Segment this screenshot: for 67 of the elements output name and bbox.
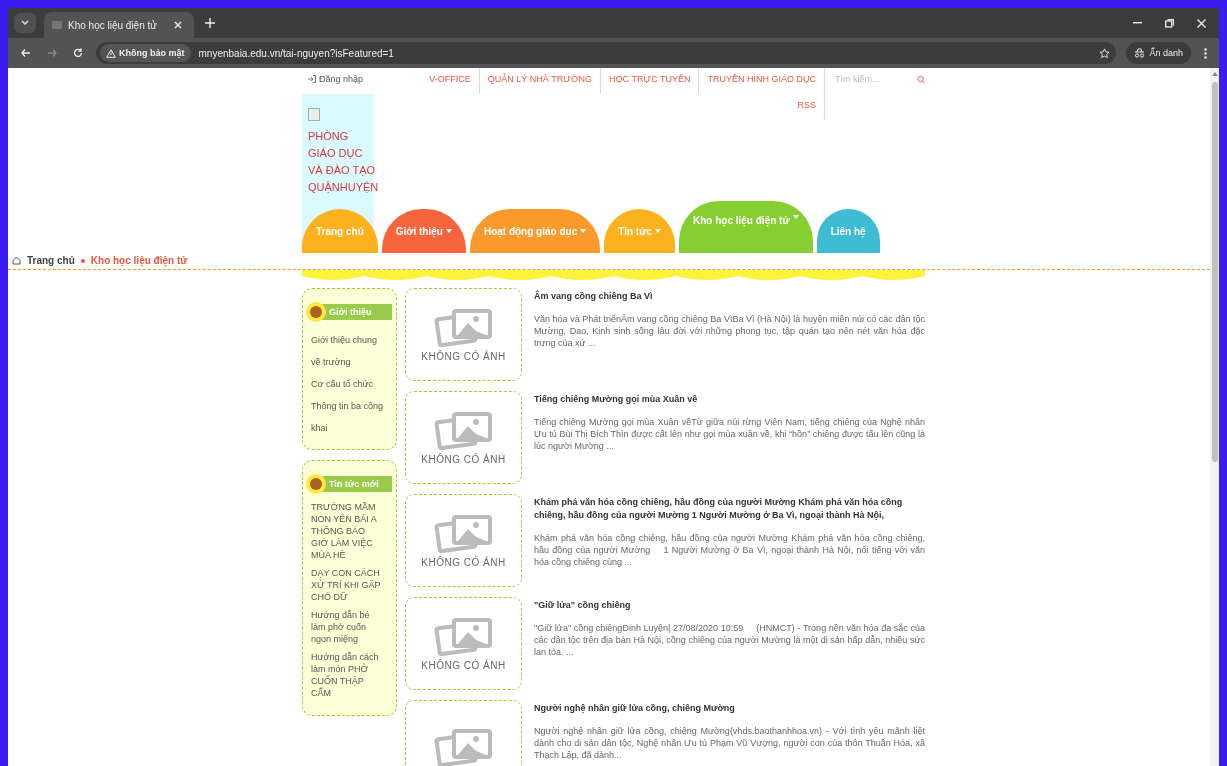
warning-icon — [106, 48, 116, 58]
caret-icon — [580, 229, 587, 233]
scroll-thumb[interactable] — [1211, 82, 1218, 462]
logo-text: VÀ ĐÀO TẠO — [308, 164, 374, 176]
incognito-button[interactable]: Ẩn danh — [1126, 42, 1191, 64]
article-summary: Văn hóa và Phát triểnÂm vang cồng chiêng Ba VìBa Vì (Hà Nội) là huyện miền núi có các dân tộc Mường, Dao, Kinh sinh sống lâu đời với những phong tục, tập quán tạo nên nét văn hóa đặc trưng của xứ ... — [534, 313, 925, 349]
image-icon — [433, 513, 494, 553]
sidebar-link[interactable]: Cơ cấu tổ chức — [305, 373, 392, 395]
login-icon — [308, 75, 316, 83]
broken-image-icon — [308, 108, 320, 121]
flower-icon — [305, 473, 327, 495]
address-bar[interactable]: Không bảo mật mnyenbaia.edu.vn/tai-nguyen?isFeatured=1 — [96, 42, 1117, 64]
chevron-down-icon — [21, 19, 29, 27]
article-title[interactable]: Tiếng chiêng Mường gọi mùa Xuân về — [534, 393, 925, 406]
image-icon — [433, 616, 494, 656]
search-field[interactable]: Tìm kiếm... — [825, 68, 925, 85]
article-title[interactable]: "Giữ lửa" cồng chiêng — [534, 599, 925, 612]
menu-icon[interactable] — [1201, 45, 1209, 61]
no-image-label: KHÔNG CÓ ẢNH — [421, 557, 506, 568]
caret-icon — [792, 215, 799, 219]
top-link[interactable]: V-OFFICE — [421, 68, 480, 94]
separator-dot — [80, 258, 85, 263]
url-text: mnyenbaia.edu.vn/tai-nguyen?isFeatured=1 — [198, 47, 395, 59]
security-chip[interactable]: Không bảo mật — [100, 44, 191, 62]
new-tab-icon[interactable] — [202, 15, 218, 31]
sidebar-link[interactable]: Giới thiệu chung về trường — [305, 329, 392, 373]
top-link[interactable]: TRUYỀN HÌNH GIÁO DỤC — [699, 68, 825, 94]
article-title[interactable]: Khám phá văn hóa cồng chiêng, hầu đồng của người Mường Khám phá văn hóa cồng chiêng, hầu đồng của người Mường 1 Người Mường ở Ba Vì, ngoại thành Hà Nội, — [534, 496, 925, 522]
top-link[interactable]: RSS — [789, 94, 825, 120]
article-title[interactable]: Âm vang cồng chiêng Ba Vì — [534, 290, 925, 303]
logo-text: GIÁO DỤC — [308, 147, 364, 159]
article-summary: Khám phá văn hóa cồng chiêng, hầu đồng của người Mường Khám phá văn hóa cồng chiêng, hầu đồng của người Mường 1 Người Mường ở Ba Vì, ngoại thành Hà Nội, nổi tiếng với văn hóa cồng chiêng cùng ... — [534, 532, 925, 568]
sidebar-title: Tin tức mới — [321, 476, 392, 492]
image-icon — [433, 307, 494, 347]
no-image-label: KHÔNG CÓ ẢNH — [421, 454, 506, 465]
home-icon — [12, 256, 21, 265]
top-link[interactable]: QUẢN LÝ NHÀ TRƯỜNG — [479, 68, 602, 94]
tab-title: Kho học liệu điện tử — [68, 19, 158, 31]
article-summary: Người nghệ nhân giữ lửa cồng, chiêng Mường(vhds.baothanhhoa.vn) - Với tình yêu mãnh liệt dành cho di sản dân tộc, Nghệ nhân Ưu tú Phạm Vũ Vượng, người con của thôn Thuần Hóa, xã Thạch Lập, đã dành... — [534, 725, 925, 761]
sidebar-link[interactable]: Hướng dẫn bé làm phở cuốn ngon miệng — [305, 609, 392, 645]
star-icon[interactable] — [1096, 45, 1113, 61]
sidebar-link[interactable]: TRƯỜNG MẦM NON YÊN BÁI A THÔNG BÁO GIỜ LÀM VIỆC MÙA HÈ — [305, 501, 392, 561]
page-icon — [52, 21, 62, 29]
flower-icon — [305, 301, 327, 323]
article-title[interactable]: Người nghệ nhân giữ lửa cồng, chiêng Mường — [534, 702, 925, 715]
tab-list-button[interactable] — [14, 13, 36, 33]
sidebar-title: Giới thiệu — [321, 304, 392, 320]
login-link[interactable]: Đăng nhập — [302, 68, 413, 84]
article-summary: "Giữ lửa" cồng chiêngĐinh Luyện| 27/08/2020 10:59 (HNMCT) - Trong nền văn hóa đa sắc của các dân tộc trên địa bàn Hà Nội, cồng chiêng của người Mường là một di sản hấp dẫn, nhiều sức lan tỏa. ... — [534, 622, 925, 658]
logo-text: PHÒNG — [308, 130, 350, 142]
no-image-label: KHÔNG CÓ ẢNH — [421, 660, 506, 671]
sidebar-link[interactable]: Hướng dẫn cách làm món PHỞ CUỐN THẬP CẨM — [305, 651, 392, 699]
breadcrumb-link[interactable]: Trang chủ — [27, 255, 75, 266]
breadcrumb-link[interactable]: Kho học liệu điện tử — [90, 255, 188, 266]
caret-icon — [654, 229, 661, 233]
scroll-up-icon — [1211, 72, 1218, 76]
browser-tab[interactable]: Kho học liệu điện tử — [44, 12, 194, 38]
image-icon — [433, 410, 494, 450]
sidebar-link[interactable]: DẠY CON CÁCH XỬ TRÍ KHI GẶP CHÓ DỮ — [305, 567, 392, 603]
search-icon — [917, 74, 925, 84]
incognito-icon — [1134, 48, 1146, 58]
no-image-label: KHÔNG CÓ ẢNH — [421, 351, 506, 362]
top-link[interactable]: HỌC TRỰC TUYẾN — [601, 68, 700, 94]
article-summary: Tiếng chiêng Mường gọi mùa Xuân vềTừ giữa núi rừng Viên Nam, tiếng chiêng của Nghệ nhân Ưu tú Bùi Thị Bích Thìn được cất lên như gọi mùa xuân về, khi “hồn” chiêng được tấu lên cũng là lúc người Mường ... — [534, 416, 925, 452]
caret-icon — [445, 229, 452, 233]
scrollbar[interactable] — [1210, 68, 1219, 766]
sidebar-link[interactable]: Thông tin ba công khai — [305, 395, 392, 439]
